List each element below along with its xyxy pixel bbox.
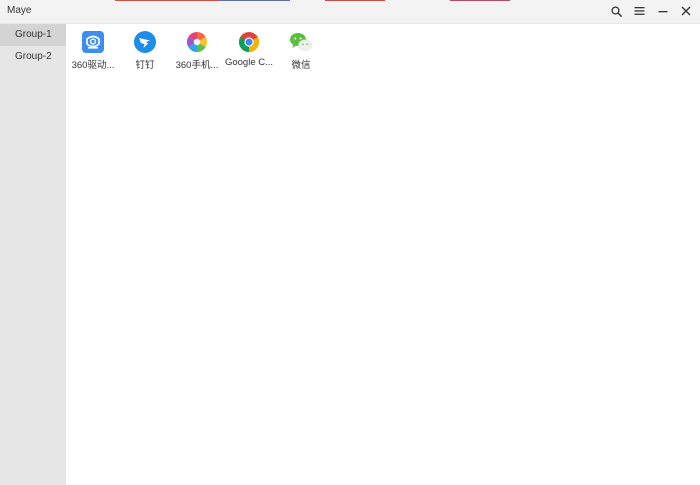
- menu-icon: [634, 6, 645, 16]
- app-label: 360手机...: [175, 60, 219, 71]
- close-icon: [681, 6, 691, 16]
- 360-phone-icon: [185, 30, 209, 54]
- search-button[interactable]: [606, 2, 626, 20]
- app-label: Google C...: [224, 57, 274, 68]
- app-window: Maye Group-1 Group-2 360驱动... 钉钉 360手机..…: [0, 0, 700, 485]
- dingtalk-icon: [133, 30, 157, 54]
- title-bar[interactable]: Maye: [0, 0, 700, 24]
- app-label: 360驱动...: [71, 60, 115, 71]
- chrome-icon: [237, 30, 261, 54]
- minimize-icon: [658, 6, 668, 16]
- close-button[interactable]: [676, 2, 696, 20]
- sidebar-item-label: Group-1: [15, 29, 52, 40]
- app-grid: 360驱动... 钉钉 360手机... Google C... 微信: [67, 30, 327, 74]
- app-item-dingtalk[interactable]: 钉钉: [119, 30, 171, 74]
- sidebar-item-group-1[interactable]: Group-1: [0, 24, 66, 46]
- titlebar-accent: [115, 0, 220, 1]
- group-sidebar: Group-1 Group-2: [0, 24, 66, 485]
- sidebar-item-group-2[interactable]: Group-2: [0, 46, 66, 68]
- minimize-button[interactable]: [653, 2, 673, 20]
- titlebar-accent: [220, 0, 290, 1]
- app-label: 微信: [291, 60, 311, 71]
- menu-button[interactable]: [629, 2, 649, 20]
- titlebar-accent: [450, 0, 510, 1]
- 360-driver-icon: [81, 30, 105, 54]
- app-item-360-driver[interactable]: 360驱动...: [67, 30, 119, 74]
- app-grid-area: 360驱动... 钉钉 360手机... Google C... 微信: [66, 24, 700, 485]
- wechat-icon: [289, 30, 313, 54]
- app-label: 钉钉: [135, 60, 155, 71]
- titlebar-accent: [325, 0, 385, 1]
- search-icon: [610, 5, 622, 17]
- app-item-google-chrome[interactable]: Google C...: [223, 30, 275, 74]
- window-title: Maye: [7, 5, 32, 16]
- app-item-wechat[interactable]: 微信: [275, 30, 327, 74]
- sidebar-item-label: Group-2: [15, 51, 52, 62]
- app-item-360-phone[interactable]: 360手机...: [171, 30, 223, 74]
